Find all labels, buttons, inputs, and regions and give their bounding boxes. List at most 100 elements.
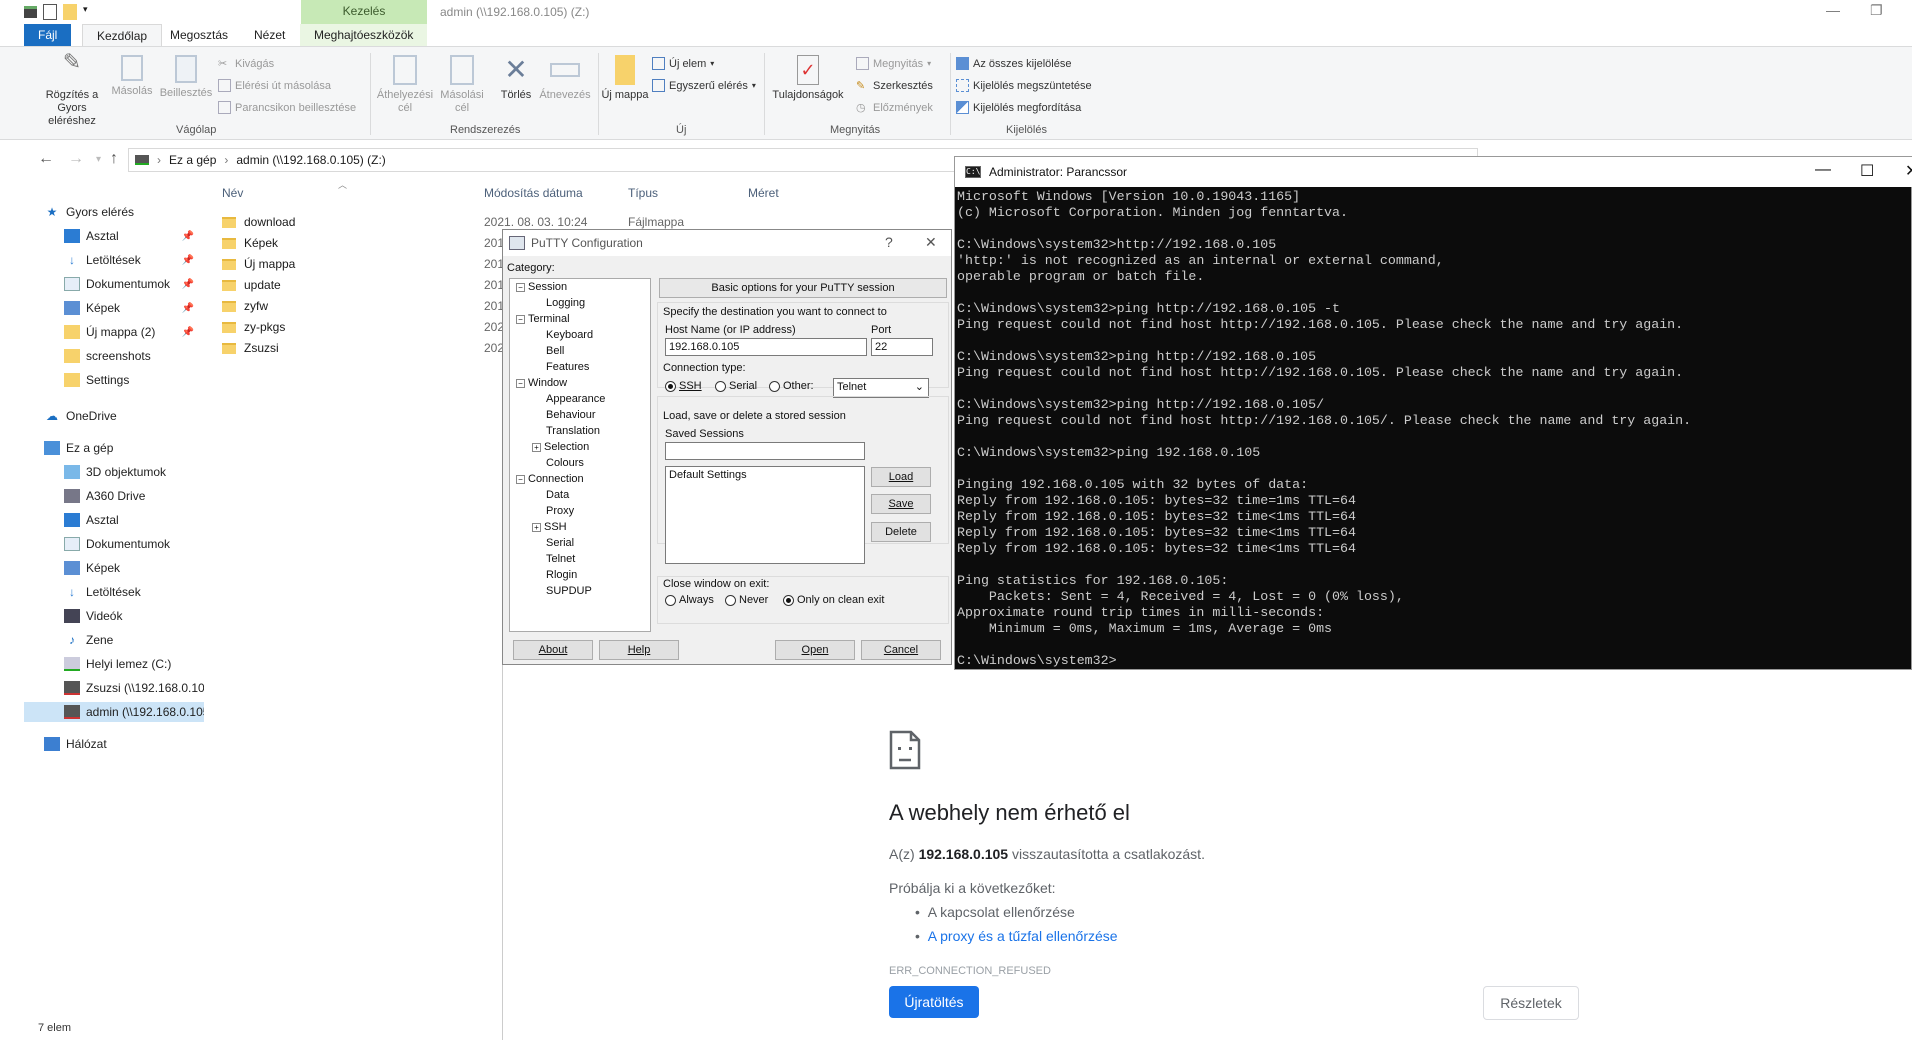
sidebar-item[interactable]: ↓ Letöltések (24, 582, 204, 602)
tree-node[interactable]: Proxy (532, 505, 574, 517)
about-button[interactable]: About (513, 640, 593, 660)
file-row[interactable]: zyfw (222, 296, 268, 316)
recent-chevron-down-icon[interactable]: ▾ (96, 154, 101, 165)
cmd-maximize-button[interactable]: ☐ (1860, 161, 1874, 181)
tab-file[interactable]: Fájl (24, 24, 72, 46)
new-item-button[interactable]: Új elem ▾ (652, 57, 714, 70)
other-protocol-select[interactable]: Telnet ⌄ (833, 378, 929, 398)
suggestion-check-proxy-link[interactable]: • A proxy és a tűzfal ellenőrzése (915, 928, 1118, 944)
invert-selection-button[interactable]: Kijelölés megfordítása (956, 101, 1081, 114)
column-header-name[interactable]: Név (222, 186, 243, 200)
up-arrow-icon[interactable]: ↑ (110, 150, 118, 168)
file-row[interactable]: update (222, 275, 281, 295)
sidebar-item[interactable]: ☁ OneDrive (24, 406, 204, 426)
tree-node[interactable]: Colours (532, 457, 584, 469)
delete-button[interactable]: ✕ Törlés (490, 55, 542, 102)
sidebar-item[interactable]: Dokumentumok (24, 534, 204, 554)
details-button[interactable]: Részletek (1483, 986, 1579, 1020)
breadcrumb-admin-drive[interactable]: admin (\\192.168.0.105) (Z:) (236, 153, 385, 167)
expand-icon[interactable]: + (532, 522, 541, 532)
tree-node[interactable]: − Terminal (516, 313, 570, 325)
edit-button[interactable]: ✎ Szerkesztés (856, 79, 933, 93)
sidebar-item[interactable]: A360 Drive (24, 486, 204, 506)
session-list-item-default[interactable]: Default Settings (669, 467, 864, 483)
select-all-button[interactable]: Az összes kijelölése (956, 57, 1071, 70)
sidebar-item[interactable]: ♪ Zene (24, 630, 204, 650)
session-list[interactable]: Default Settings (665, 466, 865, 564)
move-to-button[interactable]: Áthelyezési cél (374, 55, 436, 115)
suggestion-check-proxy-text[interactable]: A proxy és a tűzfal ellenőrzése (928, 928, 1118, 944)
cut-button[interactable]: ✂ Kivágás (218, 57, 274, 71)
copy-path-button[interactable]: Elérési út másolása (218, 79, 331, 92)
sidebar-item[interactable]: Új mappa (2) 📌 (24, 322, 204, 342)
load-button[interactable]: Load (871, 467, 931, 487)
sidebar-item[interactable]: screenshots (24, 346, 204, 366)
new-folder-button[interactable]: Új mappa (600, 55, 650, 102)
tree-node[interactable]: − Connection (516, 473, 584, 485)
file-row[interactable]: Képek (222, 233, 278, 253)
file-row[interactable]: zy-pkgs (222, 317, 285, 337)
properties-qat-icon[interactable] (43, 4, 57, 20)
sidebar-item[interactable]: Zsuzsi (\\192.168.0.105\ (24, 678, 204, 698)
tree-node[interactable]: Data (532, 489, 569, 501)
radio-always[interactable]: Always (665, 594, 714, 606)
cmd-console-output[interactable]: Microsoft Windows [Version 10.0.19043.11… (957, 189, 1907, 667)
column-header-size[interactable]: Méret (748, 186, 779, 200)
port-input[interactable]: 22 (871, 338, 933, 356)
help-button[interactable]: Help (599, 640, 679, 660)
back-arrow-icon[interactable]: ← (38, 150, 54, 168)
tree-node[interactable]: Features (532, 361, 589, 373)
sidebar-item[interactable]: Helyi lemez (C:) (24, 654, 204, 674)
tree-node[interactable]: Translation (532, 425, 600, 437)
saved-sessions-input[interactable] (665, 442, 865, 460)
column-header-date[interactable]: Módosítás dátuma (484, 186, 583, 200)
select-none-button[interactable]: Kijelölés megszüntetése (956, 79, 1092, 92)
sidebar-item[interactable]: Settings (24, 370, 204, 390)
command-prompt-window[interactable]: C:\ Administrator: Parancssor — ☐ ✕ Micr… (954, 156, 1912, 670)
copy-button[interactable]: Másolás (104, 55, 160, 98)
sidebar-item[interactable]: ↓ Letöltések 📌 (24, 250, 204, 270)
cmd-close-button[interactable]: ✕ (1905, 161, 1912, 181)
sidebar-item[interactable]: ★ Gyors elérés (24, 202, 204, 222)
copy-to-button[interactable]: Másolási cél (434, 55, 490, 115)
tab-drive-tools[interactable]: Meghajtóeszközök (300, 24, 428, 46)
tree-node[interactable]: − Window (516, 377, 567, 389)
cancel-button[interactable]: Cancel (861, 640, 941, 660)
sidebar-item[interactable]: Videók (24, 606, 204, 626)
tree-node[interactable]: Rlogin (532, 569, 577, 581)
radio-ssh[interactable]: SSH (665, 380, 702, 392)
open-button[interactable]: Megnyitás ▾ (856, 57, 931, 70)
sidebar-item[interactable]: 3D objektumok (24, 462, 204, 482)
radio-serial[interactable]: Serial (715, 380, 757, 392)
host-name-input[interactable]: 192.168.0.105 (665, 338, 867, 356)
tree-node[interactable]: Appearance (532, 393, 605, 405)
sidebar-item[interactable]: admin (\\192.168.0.105) (24, 702, 204, 722)
pin-quick-access-button[interactable]: ✎ Rögzítés a Gyors eléréshez (38, 51, 106, 128)
file-row[interactable]: download (222, 212, 295, 232)
paste-button[interactable]: Beillesztés (158, 55, 214, 100)
sidebar-item[interactable]: Asztal (24, 510, 204, 530)
tree-node[interactable]: Logging (532, 297, 585, 309)
sidebar-item[interactable]: Asztal 📌 (24, 226, 204, 246)
qat-dropdown-icon[interactable]: ▾ (83, 4, 91, 20)
collapse-icon[interactable]: − (516, 378, 525, 388)
putty-close-button[interactable]: ✕ (925, 234, 937, 251)
reload-button[interactable]: Újratöltés (889, 986, 979, 1018)
radio-clean-exit[interactable]: Only on clean exit (783, 594, 884, 606)
file-row[interactable]: Új mappa (222, 254, 295, 274)
sidebar-item[interactable]: Hálózat (24, 734, 204, 754)
cmd-minimize-button[interactable]: — (1815, 161, 1831, 179)
sidebar-item[interactable]: Dokumentumok 📌 (24, 274, 204, 294)
collapse-icon[interactable]: − (516, 314, 525, 324)
file-row[interactable]: Zsuzsi (222, 338, 279, 358)
column-header-type[interactable]: Típus (628, 186, 658, 200)
minimize-button[interactable]: — (1826, 2, 1840, 18)
tree-node[interactable]: Keyboard (532, 329, 593, 341)
tree-node[interactable]: − Session (516, 281, 567, 293)
history-button[interactable]: ◷ Előzmények (856, 101, 933, 115)
breadcrumb-this-pc[interactable]: Ez a gép (169, 153, 216, 167)
maximize-button[interactable]: ❐ (1870, 2, 1883, 19)
tab-view[interactable]: Nézet (240, 24, 299, 46)
open-button[interactable]: Open (775, 640, 855, 660)
radio-never[interactable]: Never (725, 594, 768, 606)
